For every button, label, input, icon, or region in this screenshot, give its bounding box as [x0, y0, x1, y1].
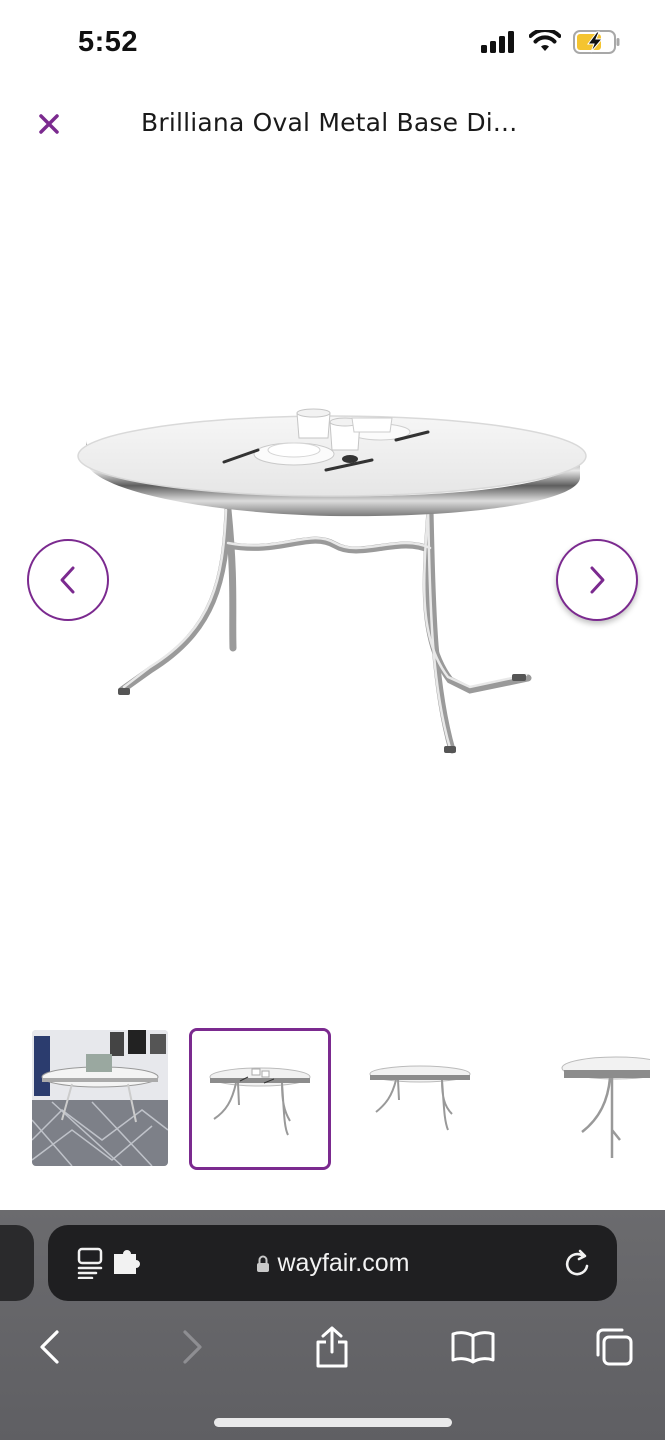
bookmarks-button[interactable]: [448, 1322, 498, 1372]
room-scene-thumbnail[interactable]: [32, 1030, 168, 1166]
table-angle-thumbnail[interactable]: [520, 1030, 650, 1166]
close-button[interactable]: [30, 105, 68, 143]
table-with-tableware-image: [192, 1031, 328, 1167]
status-bar: 5:52: [0, 0, 665, 90]
chevron-left-icon: [60, 566, 75, 594]
room-scene-image: [32, 1030, 168, 1166]
url-text: wayfair.com: [277, 1249, 410, 1277]
table-angle-image: [520, 1030, 650, 1166]
table-with-tableware-thumbnail[interactable]: [189, 1028, 331, 1170]
forward-icon: [183, 1330, 202, 1364]
status-icons: [481, 30, 621, 54]
share-icon: [316, 1326, 348, 1368]
table-plain-thumbnail[interactable]: [352, 1030, 488, 1166]
next-image-button[interactable]: [556, 539, 638, 621]
address-bar[interactable]: wayfair.com: [48, 1225, 617, 1301]
url-display: wayfair.com: [48, 1249, 617, 1278]
page-title: Brilliana Oval Metal Base Di...: [141, 108, 518, 137]
close-icon: [39, 114, 59, 134]
chevron-right-icon: [590, 566, 605, 594]
tabs-icon: [596, 1328, 633, 1366]
thumbnail-strip: [0, 1028, 665, 1170]
main-product-image[interactable]: [0, 160, 665, 1000]
safari-toolbar: wayfair.com: [0, 1210, 665, 1440]
back-icon: [40, 1330, 59, 1364]
product-header: Brilliana Oval Metal Base Di...: [0, 95, 665, 155]
bookmarks-icon: [451, 1331, 495, 1364]
share-button[interactable]: [307, 1322, 357, 1372]
previous-image-button[interactable]: [27, 539, 109, 621]
battery-charging-icon: [573, 30, 620, 54]
table-plain-image: [352, 1030, 488, 1166]
home-indicator: [214, 1418, 452, 1427]
forward-button[interactable]: [168, 1322, 218, 1372]
tabs-button[interactable]: [589, 1322, 639, 1372]
status-time: 5:52: [78, 26, 139, 58]
reload-button[interactable]: [561, 1247, 595, 1281]
lock-icon: [256, 1255, 269, 1272]
back-button[interactable]: [24, 1322, 74, 1372]
reload-icon: [565, 1249, 589, 1276]
previous-tab-edge[interactable]: [0, 1225, 34, 1301]
cellular-signal-icon: [481, 31, 514, 53]
wifi-icon: [529, 30, 561, 51]
